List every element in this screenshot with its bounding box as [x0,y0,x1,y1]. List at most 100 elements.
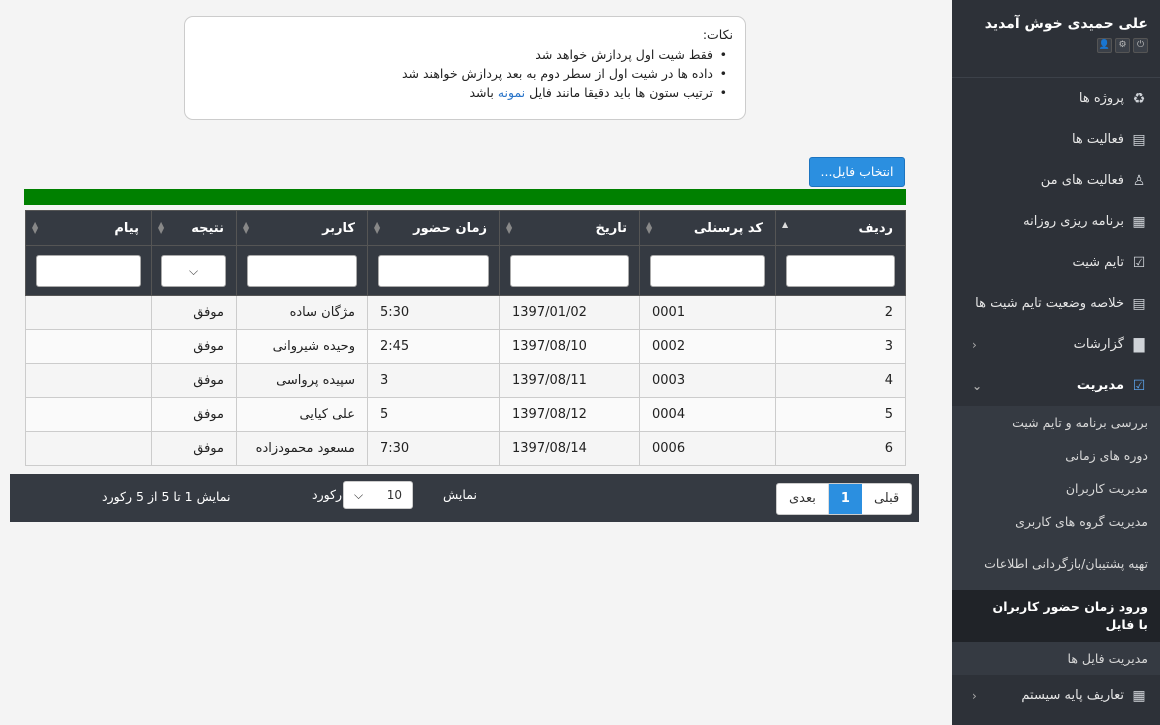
note-item: فقط شیت اول پردازش خواهد شد [197,45,733,64]
filter-row-number-input[interactable] [786,254,895,287]
cell-message [25,431,152,466]
submenu-item-review[interactable]: بررسی برنامه و تایم شیت [952,406,1160,439]
sidebar: علی حمیدی خوش آمدید ⏻ ⚙ 👤 ♻ پروژه ها ▤ فعا… [952,0,1160,725]
sample-file-link[interactable]: نمونه [498,85,525,100]
cell-row-number: 6 [775,431,906,466]
table-header-row: ردیف ▲ کد پرسنلی ▲ ▼ تاریخ ▲ ▼ زمان حضور ▲ ▼ کا… [25,210,906,246]
table-row[interactable]: 5 0004 1397/08/12 5 علی کیایی موفق [25,397,906,432]
cell-user: مژگان ساده [236,295,368,330]
sidebar-item-label: خلاصه وضعیت تایم شیت ها [975,296,1124,311]
cell-attendance-time: 3 [367,363,500,398]
column-header-message[interactable]: پیام ▲ ▼ [25,210,152,246]
sidebar-item-activities[interactable]: ▤ فعالیت ها [952,119,1160,160]
submenu-item-import-attendance[interactable]: ورود زمان حضور کاربران با فایل [952,590,1160,642]
select-file-button[interactable]: انتخاب فایل... [809,157,905,187]
filter-date-input[interactable] [510,254,629,287]
table-row[interactable]: 2 0001 1397/01/02 5:30 مژگان ساده موفق [25,295,906,330]
sidebar-item-reports[interactable]: ▇ گزارشات ‹ [952,324,1160,365]
cell-date: 1397/08/11 [499,363,640,398]
sidebar-item-daily-planning[interactable]: ▦ برنامه ریزی روزانه [952,201,1160,242]
cell-personnel-code: 0003 [639,363,776,398]
header-icons: ⏻ ⚙ 👤 [964,38,1148,53]
cell-result: موفق [151,329,237,364]
sidebar-item-label: مدیریت [1076,378,1124,393]
submenu-item-time-periods[interactable]: دوره های زمانی [952,439,1160,472]
cell-row-number: 4 [775,363,906,398]
sidebar-item-label: گزارشات [1073,337,1124,352]
prev-page-button[interactable]: قبلی [862,484,911,514]
table-body: 2 0001 1397/01/02 5:30 مژگان ساده موفق 3 0002 13… [25,295,906,466]
table-row[interactable]: 6 0006 1397/08/14 7:30 مسعود محمودزاده موفق [25,431,906,466]
sidebar-item-timesheet-summary[interactable]: ▤ خلاصه وضعیت تایم شیت ها [952,283,1160,324]
notes-box: نکات: فقط شیت اول پردازش خواهد شد داده ه… [184,16,746,120]
submenu-item-backup[interactable]: تهیه پشتیبان/بازگردانی اطلاعات [952,538,1160,590]
sidebar-item-my-activities[interactable]: ♙ فعالیت های من [952,160,1160,201]
header-label: کد پرسنلی [693,220,763,236]
cell-personnel-code: 0002 [639,329,776,364]
cell-attendance-time: 5:30 [367,295,500,330]
user-icon[interactable]: 👤 [1097,38,1112,53]
header-label: نتیجه [191,220,224,236]
sidebar-item-label: تعاریف پایه سیستم [1021,688,1124,703]
filter-time-input[interactable] [378,254,489,287]
filter-cell [367,245,500,296]
welcome-text: علی حمیدی خوش آمدید [984,16,1148,32]
submenu-item-user-groups[interactable]: مدیریت گروه های کاربری [952,505,1160,538]
sidebar-item-timesheet[interactable]: ☑ تایم شیت [952,242,1160,283]
sidebar-item-projects[interactable]: ♻ پروژه ها [952,78,1160,119]
projects-icon: ♻ [1132,90,1146,107]
table-row[interactable]: 3 0002 1397/08/10 2:45 وحیده شیروانی موفق [25,329,906,364]
chevron-left-icon: ‹ [972,337,977,352]
sidebar-item-label: برنامه ریزی روزانه [1023,214,1124,229]
column-header-date[interactable]: تاریخ ▲ ▼ [499,210,640,246]
checkbox-icon: ☑ [1132,377,1146,394]
column-header-result[interactable]: نتیجه ▲ ▼ [151,210,237,246]
power-icon[interactable]: ⏻ [1133,38,1148,53]
page-1-button[interactable]: 1 [828,484,862,514]
column-header-user[interactable]: کاربر ▲ ▼ [236,210,368,246]
column-header-personnel-code[interactable]: کد پرسنلی ▲ ▼ [639,210,776,246]
table-row[interactable]: 4 0003 1397/08/11 3 سپیده پرواسی موفق [25,363,906,398]
page-size-value: 10 [386,488,402,502]
calendar-check-icon: ☑ [1132,254,1146,271]
table-filter-row: ⌵ [25,245,906,296]
cell-date: 1397/01/02 [499,295,640,330]
sidebar-menu-bottom: ▦ تعاریف پایه سیستم ‹ [952,675,1160,716]
page-size-select[interactable]: ⌵ 10 [343,481,413,509]
filter-user-input[interactable] [247,254,357,287]
cell-user: وحیده شیروانی [236,329,368,364]
next-page-button[interactable]: بعدی [777,484,829,514]
sidebar-item-label: پروژه ها [1078,91,1124,106]
notes-title: نکات: [702,27,733,42]
document-icon: ▇ [1133,336,1145,353]
cell-personnel-code: 0004 [639,397,776,432]
header-label: تاریخ [595,220,628,236]
filter-personnel-code-input[interactable] [650,254,765,287]
filter-message-input[interactable] [36,254,141,287]
cell-personnel-code: 0001 [639,295,776,330]
column-header-attendance-time[interactable]: زمان حضور ▲ ▼ [367,210,500,246]
filter-result-select[interactable]: ⌵ [161,254,226,287]
chevron-left-icon: ‹ [972,688,977,703]
gear-icon[interactable]: ⚙ [1115,38,1130,53]
submenu-item-files[interactable]: مدیریت فایل ها [952,642,1160,675]
cell-attendance-time: 5 [367,397,500,432]
note-item: ترتیب ستون ها باید دقیقا مانند فایل نمون… [197,83,733,102]
table-footer: قبلی 1 بعدی نمایش ⌵ 10 رکورد نمایش 1 تا 5… [10,474,919,522]
sort-icon: ▲ ▼ [506,220,513,235]
submenu-item-users[interactable]: مدیریت کاربران [952,472,1160,505]
sidebar-item-base-definitions[interactable]: ▦ تعاریف پایه سیستم ‹ [952,675,1160,716]
cell-user: سپیده پرواسی [236,363,368,398]
chevron-down-icon: ⌵ [188,263,199,278]
header-label: ردیف [858,220,893,236]
cell-result: موفق [151,431,237,466]
progress-fill [24,189,906,205]
sidebar-item-management[interactable]: ☑ مدیریت ⌄ [952,365,1160,406]
cell-row-number: 5 [775,397,906,432]
pagination: قبلی 1 بعدی [776,483,913,515]
cell-message [25,363,152,398]
column-header-row-number[interactable]: ردیف ▲ [775,210,906,246]
cell-message [25,295,152,330]
sidebar-item-label: فعالیت ها [1071,132,1124,147]
filter-cell [499,245,640,296]
